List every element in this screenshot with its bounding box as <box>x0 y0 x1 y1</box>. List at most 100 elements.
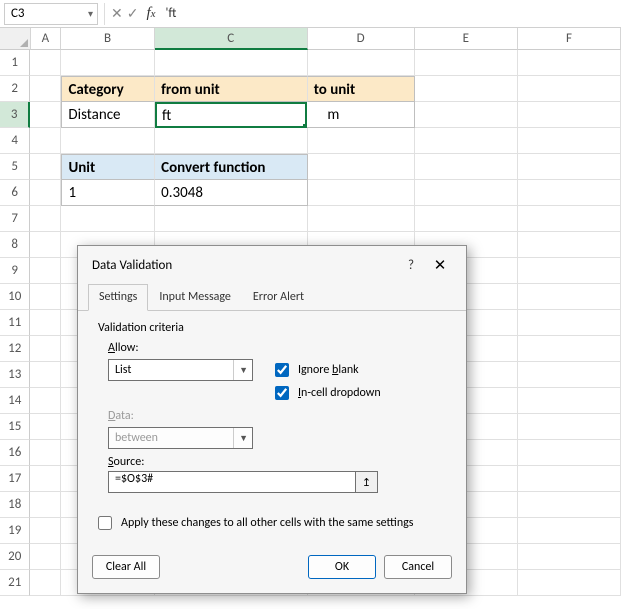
apply-all-checkbox[interactable]: Apply these changes to all other cells w… <box>94 513 450 533</box>
row-header[interactable]: 11 <box>0 310 30 336</box>
row-header[interactable]: 14 <box>0 388 30 414</box>
row-header[interactable]: 20 <box>0 544 30 570</box>
select-all-corner[interactable] <box>0 28 31 50</box>
cell[interactable] <box>30 518 61 544</box>
cell[interactable] <box>308 50 415 76</box>
selected-cell[interactable]: ft ▼ <box>155 102 307 128</box>
cell[interactable]: 0.3048 <box>155 180 308 206</box>
col-header[interactable]: E <box>415 28 518 50</box>
row-header[interactable]: 2 <box>0 76 30 102</box>
cell[interactable] <box>518 258 621 284</box>
cell[interactable] <box>518 154 621 180</box>
cell[interactable] <box>415 128 518 154</box>
ignore-blank-input[interactable] <box>275 363 289 377</box>
cell[interactable] <box>518 128 621 154</box>
allow-combo[interactable]: List ▼ <box>108 359 253 381</box>
cell[interactable] <box>30 414 61 440</box>
cell[interactable] <box>61 206 155 232</box>
cell[interactable] <box>30 50 61 76</box>
cancel-button[interactable]: Cancel <box>384 555 452 579</box>
apply-all-input[interactable] <box>98 516 112 530</box>
row-header[interactable]: 10 <box>0 284 30 310</box>
row-header[interactable]: 1 <box>0 50 30 76</box>
row-header[interactable]: 6 <box>0 180 30 206</box>
tab-input-message[interactable]: Input Message <box>148 284 242 311</box>
row-header[interactable]: 16 <box>0 440 30 466</box>
row-header[interactable]: 18 <box>0 492 30 518</box>
cancel-icon[interactable]: ✕ <box>111 5 123 22</box>
cell[interactable] <box>518 414 621 440</box>
cell[interactable] <box>518 388 621 414</box>
col-header[interactable]: B <box>61 28 155 50</box>
col-header[interactable]: D <box>308 28 415 50</box>
cell[interactable]: Distance <box>61 102 155 128</box>
dialog-titlebar[interactable]: Data Validation ? ✕ <box>78 246 466 283</box>
cell[interactable] <box>415 206 518 232</box>
cell[interactable] <box>518 440 621 466</box>
incell-input[interactable] <box>275 386 289 400</box>
col-header[interactable]: A <box>31 28 62 50</box>
cell[interactable]: to unit <box>308 76 415 102</box>
row-header[interactable]: 5 <box>0 154 30 180</box>
cell[interactable]: from unit <box>155 76 308 102</box>
row-header[interactable]: 9 <box>0 258 30 284</box>
cell[interactable] <box>518 544 621 570</box>
cell[interactable] <box>518 362 621 388</box>
cell[interactable] <box>155 128 308 154</box>
row-header[interactable]: 12 <box>0 336 30 362</box>
cell[interactable]: m <box>307 102 415 128</box>
cell[interactable] <box>30 388 61 414</box>
cell[interactable]: Unit <box>61 154 155 180</box>
name-box[interactable]: C3 ▾ <box>4 3 98 25</box>
cell[interactable] <box>518 310 621 336</box>
cell[interactable] <box>155 206 308 232</box>
cell[interactable]: Convert function <box>155 154 308 180</box>
cell[interactable] <box>518 466 621 492</box>
cell[interactable] <box>30 128 61 154</box>
chevron-down-icon[interactable]: ▾ <box>88 7 93 20</box>
incell-dropdown-checkbox[interactable]: In-cell dropdown <box>271 383 381 403</box>
cell[interactable] <box>415 102 518 128</box>
cell[interactable] <box>30 232 61 258</box>
cell[interactable] <box>30 544 61 570</box>
row-header[interactable]: 8 <box>0 232 30 258</box>
cell[interactable] <box>30 336 61 362</box>
cell[interactable] <box>30 362 61 388</box>
tab-error-alert[interactable]: Error Alert <box>242 284 315 311</box>
cell[interactable] <box>518 518 621 544</box>
row-header[interactable]: 15 <box>0 414 30 440</box>
cell[interactable]: Category <box>61 76 155 102</box>
row-header[interactable]: 13 <box>0 362 30 388</box>
row-header[interactable]: 19 <box>0 518 30 544</box>
cell[interactable]: 1 <box>61 180 155 206</box>
cell[interactable] <box>415 180 518 206</box>
cell[interactable] <box>155 50 308 76</box>
row-header[interactable]: 7 <box>0 206 30 232</box>
cell[interactable] <box>415 76 518 102</box>
cell[interactable] <box>30 154 61 180</box>
tab-settings[interactable]: Settings <box>88 284 148 311</box>
cell[interactable] <box>308 128 415 154</box>
cell[interactable] <box>308 154 415 180</box>
cell[interactable] <box>415 154 518 180</box>
cell[interactable] <box>308 180 415 206</box>
close-icon[interactable]: ✕ <box>424 256 456 275</box>
ignore-blank-checkbox[interactable]: Ignore blank <box>271 360 359 380</box>
cell[interactable] <box>30 466 61 492</box>
formula-input[interactable]: 'ft <box>158 6 621 21</box>
cell[interactable] <box>518 102 621 128</box>
cell[interactable] <box>30 102 61 128</box>
cell[interactable] <box>30 310 61 336</box>
cell[interactable] <box>415 50 518 76</box>
cell[interactable] <box>30 76 61 102</box>
help-icon[interactable]: ? <box>398 258 424 273</box>
source-input[interactable]: =$O$3# <box>108 471 356 493</box>
cell[interactable] <box>61 128 155 154</box>
cell[interactable] <box>30 206 61 232</box>
cell[interactable] <box>518 232 621 258</box>
cell[interactable] <box>518 284 621 310</box>
cell[interactable] <box>518 50 621 76</box>
row-header[interactable]: 4 <box>0 128 30 154</box>
col-header[interactable]: C <box>155 28 308 50</box>
range-picker-icon[interactable]: ↥ <box>356 471 378 493</box>
